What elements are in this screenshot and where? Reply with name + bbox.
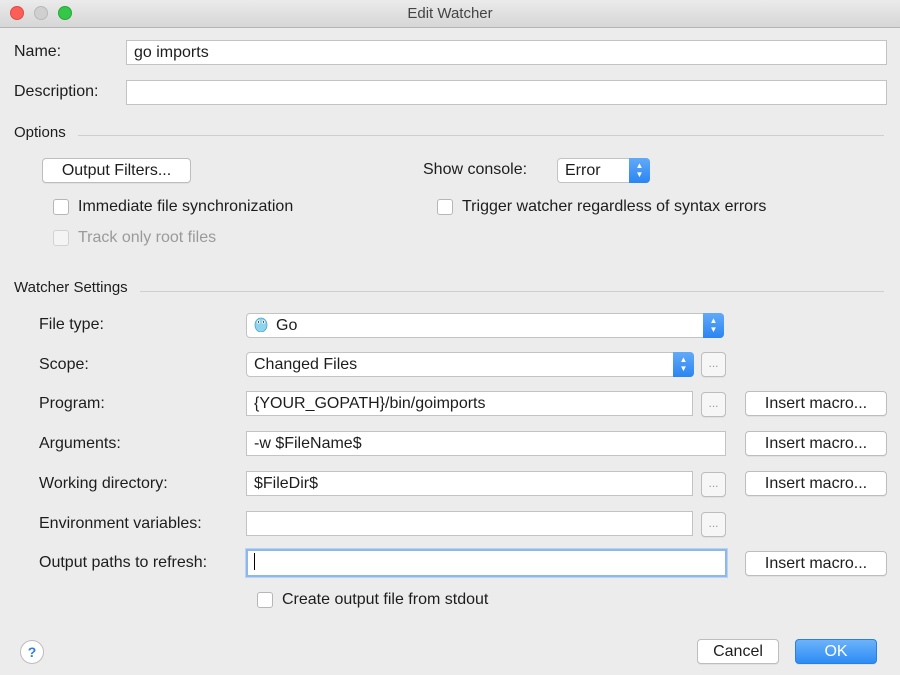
program-label: Program: (39, 395, 105, 412)
ok-button[interactable]: OK (795, 639, 877, 664)
title-bar: Edit Watcher (0, 0, 900, 28)
file-type-value: Go (276, 317, 298, 334)
output-paths-insert-macro-button[interactable]: Insert macro... (745, 551, 887, 576)
scope-label: Scope: (39, 356, 89, 373)
file-type-label: File type: (39, 316, 104, 333)
trigger-regardless-checkbox[interactable] (437, 199, 453, 215)
immediate-sync-checkbox[interactable] (53, 199, 69, 215)
show-console-label: Show console: (423, 161, 528, 178)
watcher-settings-title: Watcher Settings (14, 279, 128, 296)
environment-variables-browse-button[interactable]: ... (701, 512, 726, 537)
program-input[interactable]: {YOUR_GOPATH}/bin/goimports (246, 391, 693, 416)
working-directory-browse-button[interactable]: ... (701, 472, 726, 497)
environment-variables-input[interactable] (246, 511, 693, 536)
show-console-select[interactable]: Error ▲ ▼ (557, 158, 650, 183)
window-title: Edit Watcher (407, 5, 493, 22)
track-root-checkbox (53, 230, 69, 246)
working-directory-input[interactable]: $FileDir$ (246, 471, 693, 496)
minimize-window-button[interactable] (34, 6, 48, 20)
arguments-label: Arguments: (39, 435, 121, 452)
help-button[interactable]: ? (20, 640, 44, 664)
name-input[interactable]: go imports (126, 40, 887, 65)
scope-select[interactable]: Changed Files ▲ ▼ (246, 352, 694, 377)
file-type-select[interactable]: Go ▲ ▼ (246, 313, 724, 338)
scope-value: Changed Files (254, 356, 358, 373)
environment-variables-label: Environment variables: (39, 515, 202, 532)
create-output-label: Create output file from stdout (282, 591, 489, 608)
output-filters-button[interactable]: Output Filters... (42, 158, 191, 183)
show-console-value: Error (565, 162, 601, 179)
output-paths-label: Output paths to refresh: (39, 554, 208, 571)
options-section-title: Options (14, 124, 66, 141)
description-input[interactable] (126, 80, 887, 105)
program-browse-button[interactable]: ... (701, 392, 726, 417)
watcher-settings-separator (140, 291, 884, 292)
arguments-input[interactable]: -w $FileName$ (246, 431, 726, 456)
updown-arrows-icon: ▲ ▼ (673, 352, 694, 377)
updown-arrows-icon: ▲ ▼ (629, 158, 650, 183)
create-output-checkbox[interactable] (257, 592, 273, 608)
arguments-insert-macro-button[interactable]: Insert macro... (745, 431, 887, 456)
name-label: Name: (14, 43, 62, 60)
description-label: Description: (14, 83, 99, 100)
working-directory-insert-macro-button[interactable]: Insert macro... (745, 471, 887, 496)
trigger-regardless-label: Trigger watcher regardless of syntax err… (462, 198, 767, 215)
gopher-icon (254, 317, 268, 332)
text-caret (254, 553, 255, 571)
close-window-button[interactable] (10, 6, 24, 20)
updown-arrows-icon: ▲ ▼ (703, 313, 724, 338)
scope-browse-button[interactable]: ... (701, 352, 726, 377)
program-insert-macro-button[interactable]: Insert macro... (745, 391, 887, 416)
track-root-label: Track only root files (78, 229, 217, 246)
working-directory-label: Working directory: (39, 475, 168, 492)
options-separator (78, 135, 884, 136)
cancel-button[interactable]: Cancel (697, 639, 779, 664)
maximize-window-button[interactable] (58, 6, 72, 20)
output-paths-input[interactable] (246, 549, 727, 577)
immediate-sync-label: Immediate file synchronization (78, 198, 294, 215)
